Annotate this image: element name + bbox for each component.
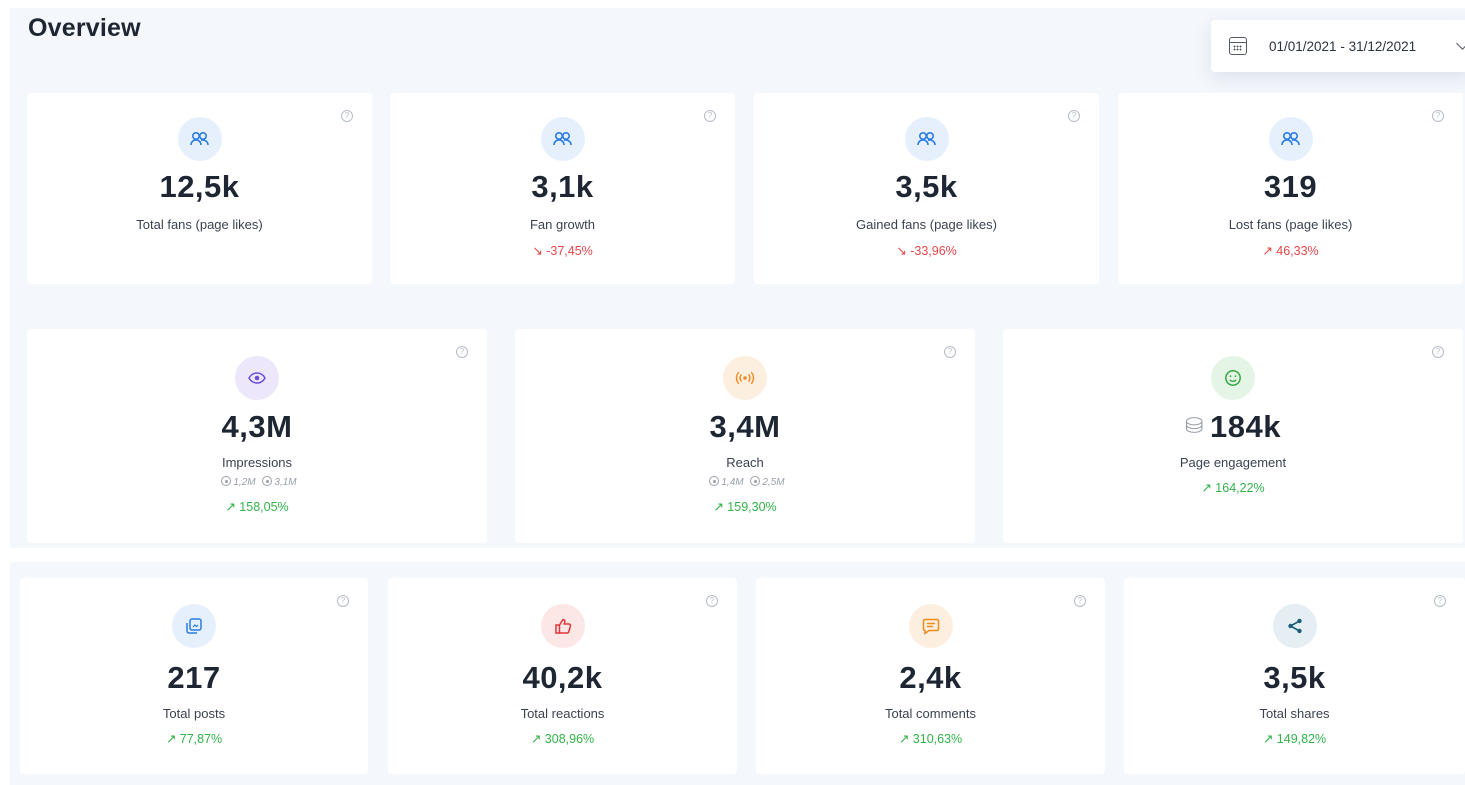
metric-value: 3,4M (709, 409, 781, 444)
metric-delta: ↗ 159,30% (713, 500, 777, 514)
organic-paid-breakdown: 1,4M 2,5M (515, 476, 975, 488)
card-total-reactions: ? 40,2k Total reactions ↗ 308,96% (388, 578, 737, 774)
eye-icon (235, 356, 279, 400)
date-range-picker[interactable]: 01/01/2021 - 31/12/2021 (1211, 20, 1465, 72)
trend-down-icon: ↘ (896, 244, 907, 258)
share-icon (1272, 604, 1317, 648)
metric-value: 12,5k (159, 169, 240, 204)
help-icon[interactable]: ? (706, 595, 718, 607)
metric-delta: ↗ 46,33% (1262, 244, 1319, 258)
organic-icon (709, 476, 720, 486)
metric-value: 3,5k (1263, 660, 1326, 695)
help-icon[interactable]: ? (337, 595, 349, 607)
posts-icon (172, 604, 216, 648)
card-reach: ? 3,4M Reach 1,4M 2,5M ↗ 159,30% (515, 329, 975, 543)
help-icon[interactable]: ? (1432, 346, 1444, 358)
metric-label: Reach (726, 455, 764, 470)
help-icon[interactable]: ? (1068, 110, 1080, 122)
card-total-posts: ? 217 Total posts ↗ 77,87% (20, 578, 368, 774)
card-total-comments: ? 2,4k Total comments ↗ 310,63% (756, 578, 1105, 774)
metric-delta: ↘ -33,96% (896, 244, 957, 258)
metric-delta: ↗ 308,96% (530, 732, 595, 746)
card-impressions: ? 4,3M Impressions 1,2M 3,1M ↗ 158,05% (27, 329, 487, 543)
comment-icon (908, 604, 953, 648)
trend-up-icon: ↗ (165, 732, 177, 746)
metric-value: 4,3M (221, 409, 293, 444)
card-total-fans: ? 12,5k Total fans (page likes) (27, 93, 372, 284)
organic-icon (221, 476, 232, 486)
calendar-icon (1229, 37, 1247, 55)
metric-label: Gained fans (page likes) (856, 217, 997, 232)
metric-delta: ↗ 77,87% (165, 732, 223, 746)
metric-label: Lost fans (page likes) (1228, 217, 1353, 232)
card-fan-growth: ? 3,1k Fan growth ↘ -37,45% (390, 93, 735, 284)
metric-value: 217 (167, 660, 221, 695)
metric-label: Total shares (1259, 706, 1330, 721)
card-gained-fans: ? 3,5k Gained fans (page likes) ↘ -33,96… (754, 93, 1099, 284)
help-icon[interactable]: ? (341, 110, 353, 122)
users-icon (1268, 117, 1313, 161)
help-icon[interactable]: ? (1074, 595, 1086, 607)
coins-icon: ⛁ (1185, 413, 1204, 438)
users-icon (540, 117, 585, 161)
paid-icon (750, 476, 761, 486)
metric-value: 40,2k (522, 660, 603, 695)
card-lost-fans: ? 319 Lost fans (page likes) ↗ 46,33% (1118, 93, 1463, 284)
trend-down-icon: ↘ (532, 244, 543, 258)
metric-label: Total posts (162, 706, 226, 721)
organic-paid-breakdown: 1,2M 3,1M (27, 476, 487, 488)
metric-value: 3,5k (895, 169, 958, 204)
metric-value: 319 (1263, 169, 1318, 204)
card-page-engagement: ? ⛁ 184k Page engagement ↗ 164,22% (1003, 329, 1463, 543)
metric-delta: ↗ 149,82% (1262, 732, 1327, 746)
help-icon[interactable]: ? (704, 110, 716, 122)
trend-up-icon: ↗ (225, 500, 236, 514)
metric-label: Total fans (page likes) (136, 217, 263, 232)
users-icon (177, 117, 222, 161)
users-icon (904, 117, 949, 161)
metric-label: Page engagement (1179, 455, 1287, 470)
chevron-down-icon (1456, 37, 1465, 50)
help-icon[interactable]: ? (1434, 595, 1446, 607)
metric-value: 2,4k (899, 660, 962, 695)
smile-icon (1211, 356, 1255, 400)
trend-up-icon: ↗ (1262, 244, 1273, 258)
metric-delta: ↘ -37,45% (532, 244, 593, 258)
metric-delta: ↗ 164,22% (1201, 481, 1265, 495)
metric-delta: ↗ 158,05% (225, 500, 289, 514)
metric-label: Total comments (884, 706, 977, 721)
trend-up-icon: ↗ (530, 732, 542, 746)
help-icon[interactable]: ? (944, 346, 956, 358)
metric-delta: ↗ 310,63% (898, 732, 963, 746)
page-title: Overview (28, 14, 141, 42)
thumbs-up-icon (540, 604, 585, 648)
trend-up-icon: ↗ (1201, 481, 1212, 495)
metric-label: Impressions (221, 455, 293, 470)
date-range-value: 01/01/2021 - 31/12/2021 (1269, 38, 1417, 54)
metric-label: Total reactions (520, 706, 605, 721)
metric-label: Fan growth (529, 217, 596, 232)
trend-up-icon: ↗ (1262, 732, 1274, 746)
metric-value: 3,1k (531, 169, 594, 204)
card-total-shares: ? 3,5k Total shares ↗ 149,82% (1124, 578, 1465, 774)
paid-icon (262, 476, 273, 486)
metric-value: ⛁ 184k (1185, 409, 1281, 444)
trend-up-icon: ↗ (713, 500, 724, 514)
help-icon[interactable]: ? (1432, 110, 1444, 122)
broadcast-icon (723, 356, 767, 400)
help-icon[interactable]: ? (456, 346, 468, 358)
trend-up-icon: ↗ (898, 732, 910, 746)
